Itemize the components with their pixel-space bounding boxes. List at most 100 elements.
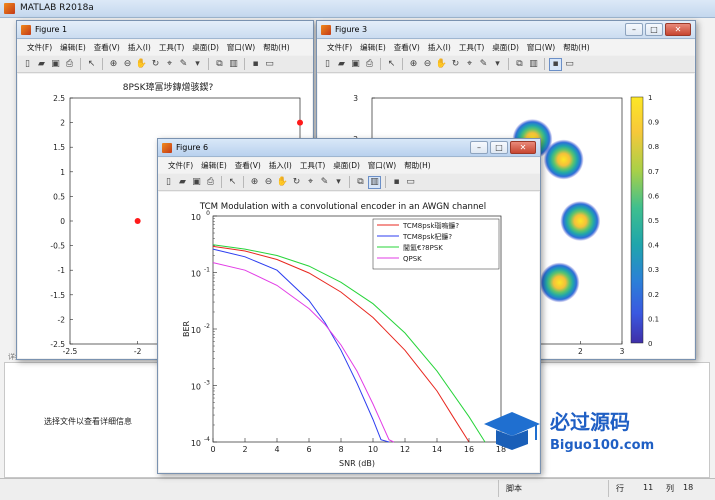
rotate-icon[interactable]: ↻: [290, 176, 303, 189]
new-figure-icon[interactable]: ▯: [21, 58, 34, 71]
new-figure-icon[interactable]: ▯: [162, 176, 175, 189]
brand-watermark: 必过源码 Biguo100.com: [484, 410, 654, 453]
main-title-bar: MATLAB R2018a: [0, 0, 715, 18]
maximize-button[interactable]: □: [490, 141, 508, 154]
open-file-icon[interactable]: ▰: [176, 176, 189, 189]
pointer-icon[interactable]: ↖: [85, 58, 98, 71]
show-plot-tools-icon[interactable]: ▭: [404, 176, 417, 189]
close-button[interactable]: ✕: [665, 23, 691, 36]
zoom-out-icon[interactable]: ⊖: [421, 58, 434, 71]
menu-help[interactable]: 帮助(H): [559, 40, 594, 55]
figure-1-title-bar[interactable]: Figure 1: [17, 21, 313, 39]
y-tick-label: 2.5: [53, 94, 65, 103]
figure-icon: [162, 143, 172, 153]
menu-edit[interactable]: 编辑(E): [356, 40, 390, 55]
menu-file[interactable]: 文件(F): [164, 158, 197, 173]
dropdown-arrow-icon[interactable]: ▾: [191, 58, 204, 71]
zoom-out-icon[interactable]: ⊖: [262, 176, 275, 189]
menu-file[interactable]: 文件(F): [23, 40, 56, 55]
zoom-in-icon[interactable]: ⊕: [248, 176, 261, 189]
colorbar-icon[interactable]: ▥: [527, 58, 540, 71]
open-file-icon[interactable]: ▰: [35, 58, 48, 71]
data-cursor-icon[interactable]: ⌖: [163, 58, 176, 71]
menu-view[interactable]: 查看(V): [231, 158, 265, 173]
watermark-brand: 必过源码: [549, 410, 630, 434]
zoom-in-icon[interactable]: ⊕: [107, 58, 120, 71]
data-cursor-icon[interactable]: ⌖: [463, 58, 476, 71]
brush-icon[interactable]: ✎: [318, 176, 331, 189]
zoom-out-icon[interactable]: ⊖: [121, 58, 134, 71]
y-tick-label: 0: [60, 217, 65, 226]
print-icon[interactable]: ⎙: [204, 176, 217, 189]
dropdown-arrow-icon[interactable]: ▾: [332, 176, 345, 189]
menu-insert[interactable]: 插入(I): [265, 158, 296, 173]
maximize-button[interactable]: □: [645, 23, 663, 36]
menu-tools[interactable]: 工具(T): [155, 40, 188, 55]
close-button[interactable]: ✕: [510, 141, 536, 154]
minimize-button[interactable]: –: [625, 23, 643, 36]
brush-icon[interactable]: ✎: [177, 58, 190, 71]
status-row-value: 11: [643, 483, 654, 492]
menu-edit[interactable]: 编辑(E): [56, 40, 90, 55]
menu-tools[interactable]: 工具(T): [455, 40, 488, 55]
menu-window[interactable]: 窗口(W): [223, 40, 259, 55]
pointer-icon[interactable]: ↖: [226, 176, 239, 189]
menu-view[interactable]: 查看(V): [390, 40, 424, 55]
figure-3-toolbar: ▯ ▰ ▣ ⎙ ↖ ⊕ ⊖ ✋ ↻ ⌖ ✎ ▾ ⧉ ▥ ▪ ▭: [317, 56, 695, 73]
menu-insert[interactable]: 插入(I): [124, 40, 155, 55]
figure-icon: [321, 25, 331, 35]
x-tick-label: 2: [242, 445, 247, 454]
menu-help[interactable]: 帮助(H): [400, 158, 435, 173]
menu-desktop[interactable]: 桌面(D): [488, 40, 523, 55]
link-plot-icon[interactable]: ⧉: [354, 176, 367, 189]
save-icon[interactable]: ▣: [190, 176, 203, 189]
pan-icon[interactable]: ✋: [135, 58, 148, 71]
menu-desktop[interactable]: 桌面(D): [188, 40, 223, 55]
menu-insert[interactable]: 插入(I): [424, 40, 455, 55]
y-tick-label: 3: [353, 94, 358, 103]
menu-help[interactable]: 帮助(H): [259, 40, 294, 55]
menu-edit[interactable]: 编辑(E): [197, 158, 231, 173]
open-file-icon[interactable]: ▰: [335, 58, 348, 71]
figure-6-toolbar: ▯ ▰ ▣ ⎙ ↖ ⊕ ⊖ ✋ ↻ ⌖ ✎ ▾ ⧉ ▥ ▪ ▭: [158, 174, 540, 191]
show-plot-tools-icon[interactable]: ▭: [263, 58, 276, 71]
menu-view[interactable]: 查看(V): [90, 40, 124, 55]
hide-plot-tools-icon[interactable]: ▪: [549, 57, 562, 71]
colorbar-icon[interactable]: ▥: [368, 175, 381, 189]
link-plot-icon[interactable]: ⧉: [513, 58, 526, 71]
colorbar-tick-label: 0.3: [648, 266, 659, 274]
figure-3-menubar: 文件(F) 编辑(E) 查看(V) 插入(I) 工具(T) 桌面(D) 窗口(W…: [317, 40, 695, 55]
hide-plot-tools-icon[interactable]: ▪: [390, 176, 403, 189]
menu-window[interactable]: 窗口(W): [364, 158, 400, 173]
print-icon[interactable]: ⎙: [63, 58, 76, 71]
menu-file[interactable]: 文件(F): [323, 40, 356, 55]
menu-desktop[interactable]: 桌面(D): [329, 158, 364, 173]
colorbar-tick-label: 0.6: [648, 192, 660, 200]
figure-6-title-bar[interactable]: Figure 6 – □ ✕: [158, 139, 540, 157]
status-col-value: 18: [683, 483, 694, 492]
rotate-icon[interactable]: ↻: [449, 58, 462, 71]
dropdown-arrow-icon[interactable]: ▾: [491, 58, 504, 71]
y-tick-label: 0.5: [53, 192, 65, 201]
menu-tools[interactable]: 工具(T): [296, 158, 329, 173]
pan-icon[interactable]: ✋: [276, 176, 289, 189]
new-figure-icon[interactable]: ▯: [321, 58, 334, 71]
pointer-icon[interactable]: ↖: [385, 58, 398, 71]
rotate-icon[interactable]: ↻: [149, 58, 162, 71]
figure-1-menubar: 文件(F) 编辑(E) 查看(V) 插入(I) 工具(T) 桌面(D) 窗口(W…: [17, 40, 313, 55]
save-icon[interactable]: ▣: [49, 58, 62, 71]
status-file-type: 脚本: [506, 484, 522, 493]
figure-3-title-bar[interactable]: Figure 3 – □ ✕: [317, 21, 695, 39]
pan-icon[interactable]: ✋: [435, 58, 448, 71]
print-icon[interactable]: ⎙: [363, 58, 376, 71]
hide-plot-tools-icon[interactable]: ▪: [249, 58, 262, 71]
show-plot-tools-icon[interactable]: ▭: [563, 58, 576, 71]
minimize-button[interactable]: –: [470, 141, 488, 154]
colorbar-icon[interactable]: ▥: [227, 58, 240, 71]
save-icon[interactable]: ▣: [349, 58, 362, 71]
data-cursor-icon[interactable]: ⌖: [304, 176, 317, 189]
brush-icon[interactable]: ✎: [477, 58, 490, 71]
zoom-in-icon[interactable]: ⊕: [407, 58, 420, 71]
link-plot-icon[interactable]: ⧉: [213, 58, 226, 71]
menu-window[interactable]: 窗口(W): [523, 40, 559, 55]
